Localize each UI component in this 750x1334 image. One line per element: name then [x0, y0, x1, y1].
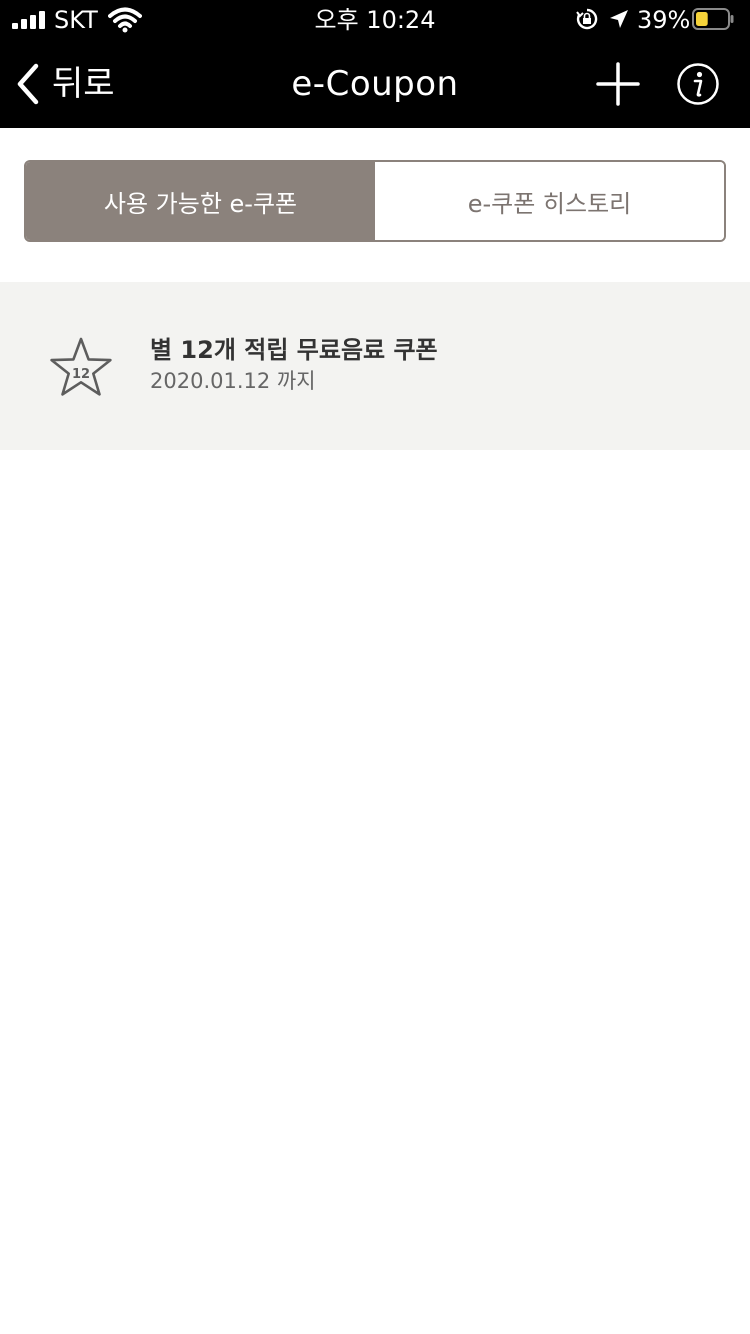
info-icon[interactable]	[676, 62, 720, 106]
coupon-expiry: 2020.01.12 까지	[150, 369, 316, 393]
app-header: SKT 오후 10:24 39% 뒤로 e-Coupon	[0, 0, 750, 128]
navigation-bar: 뒤로 e-Coupon	[0, 40, 750, 128]
coupon-item[interactable]: 12 별 12개 적립 무료음료 쿠폰 2020.01.12 까지	[0, 282, 750, 450]
battery-icon	[692, 8, 734, 30]
coupon-list: 12 별 12개 적립 무료음료 쿠폰 2020.01.12 까지	[0, 282, 750, 450]
coupon-name: 별 12개 적립 무료음료 쿠폰	[150, 336, 438, 364]
battery-percent: 39%	[637, 6, 691, 34]
star-12-icon: 12	[50, 337, 112, 396]
star-badge-text: 12	[72, 367, 90, 382]
tab-coupon-history[interactable]: e-쿠폰 히스토리	[375, 162, 724, 240]
coupon-tabs: 사용 가능한 e-쿠폰 e-쿠폰 히스토리	[24, 160, 726, 242]
location-arrow-icon	[610, 10, 628, 28]
status-bar: SKT 오후 10:24 39%	[0, 0, 750, 40]
plus-icon[interactable]	[596, 62, 640, 106]
tab-available-coupons[interactable]: 사용 가능한 e-쿠폰	[26, 162, 375, 240]
orientation-lock-icon	[576, 8, 598, 30]
